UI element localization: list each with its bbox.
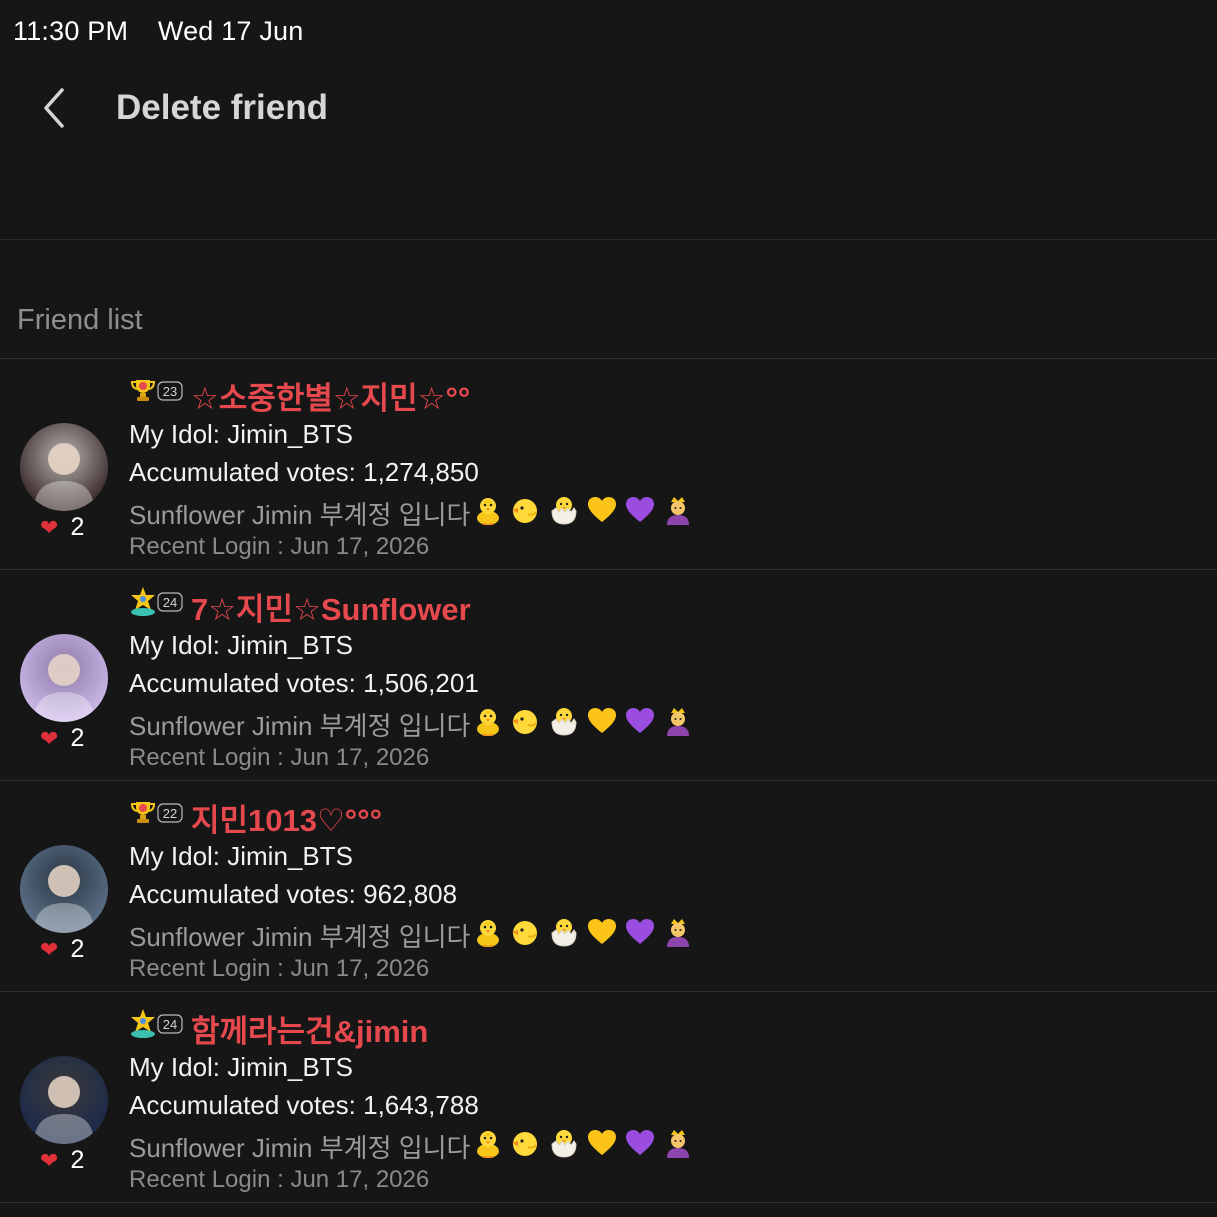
hatching-chick-icon [548,494,586,533]
level-badge-icon: 24 [130,1007,184,1041]
avatar[interactable] [20,1056,108,1144]
bio-text: Sunflower Jimin 부계정 입니다 [129,1133,471,1163]
avatar[interactable] [20,423,108,511]
front-facing-chick-icon [472,916,510,955]
hatching-chick-icon [548,916,586,955]
level-badge-icon: 22 [130,796,184,830]
friend-idol: My Idol: Jimin_BTS [129,1052,353,1082]
likes-value: 2 [70,935,85,963]
friend-nickname[interactable]: 함께라는건&jimin [191,1006,428,1051]
recent-login: Recent Login : Jun 17, 2026 [129,744,430,771]
bio-text: Sunflower Jimin 부계정 입니다 [129,922,471,952]
friend-bio: Sunflower Jimin 부계정 입니다 [129,1127,700,1166]
bio-emojis [472,1127,700,1166]
bio-emojis [472,916,700,955]
level-badge-icon: 24 [130,585,184,619]
front-facing-chick-icon [472,705,510,744]
bio-text: Sunflower Jimin 부계정 입니다 [129,500,471,530]
friend-bio: Sunflower Jimin 부계정 입니다 [129,705,700,744]
likes-value: 2 [70,724,85,752]
person-with-crown-icon [662,705,700,744]
friend-votes: Accumulated votes: 1,506,201 [129,668,479,698]
status-date: Wed 17 Jun [157,16,304,46]
baby-chick-icon [510,916,548,955]
recent-login: Recent Login : Jun 17, 2026 [129,955,430,982]
friend-votes: Accumulated votes: 1,274,850 [129,457,479,487]
purple-heart-icon [624,916,662,955]
heart-icon: ❤ [40,1147,59,1173]
yellow-heart-icon [586,916,624,955]
friend-idol: My Idol: Jimin_BTS [129,841,353,871]
level-number: 24 [163,1017,177,1032]
likes-count: ❤ 2 [40,935,84,964]
front-facing-chick-icon [472,1127,510,1166]
purple-heart-icon [624,705,662,744]
friend-list: ❤ 2 23 ☆소중한별☆지민☆°° My Idol: Jimin_BTS Accumul… [0,359,1217,1203]
likes-count: ❤ 2 [40,1146,84,1175]
avatar[interactable] [20,845,108,933]
purple-heart-icon [624,1127,662,1166]
baby-chick-icon [510,705,548,744]
likes-count: ❤ 2 [40,513,84,542]
front-facing-chick-icon [472,494,510,533]
level-badge-icon: 23 [130,374,184,408]
recent-login: Recent Login : Jun 17, 2026 [129,533,430,560]
status-time: 11:30 PM [13,16,129,46]
friend-idol: My Idol: Jimin_BTS [129,630,353,660]
level-number: 23 [163,384,177,399]
friend-row[interactable]: ❤ 2 24 7☆지민☆Sunflower My Idol: Jimin_BTS Accu… [0,570,1217,781]
friend-nickname[interactable]: 지민1013♡°°° [191,795,382,840]
level-number: 22 [163,806,177,821]
yellow-heart-icon [586,494,624,533]
friend-bio: Sunflower Jimin 부계정 입니다 [129,916,700,955]
back-button[interactable] [36,84,76,132]
header-divider [0,239,1217,240]
section-title: Friend list [17,304,143,336]
yellow-heart-icon [586,1127,624,1166]
yellow-heart-icon [586,705,624,744]
navigation-bar: Delete friend [0,70,1217,150]
heart-icon: ❤ [40,725,59,751]
person-with-crown-icon [662,494,700,533]
friend-idol: My Idol: Jimin_BTS [129,419,353,449]
recent-login: Recent Login : Jun 17, 2026 [129,1166,430,1193]
person-with-crown-icon [662,916,700,955]
page-title: Delete friend [116,88,328,127]
baby-chick-icon [510,1127,548,1166]
friend-row[interactable]: ❤ 2 22 지민1013♡°°° My Idol: Jimin_BTS Accumula… [0,781,1217,992]
likes-value: 2 [70,513,85,541]
baby-chick-icon [510,494,548,533]
person-with-crown-icon [662,1127,700,1166]
bio-emojis [472,705,700,744]
status-bar: 11:30 PM Wed 17 Jun [13,16,303,47]
heart-icon: ❤ [40,936,59,962]
likes-count: ❤ 2 [40,724,84,753]
friend-nickname[interactable]: ☆소중한별☆지민☆°° [191,373,470,418]
level-number: 24 [163,595,177,610]
chevron-left-icon [44,88,64,128]
friend-row[interactable]: ❤ 2 23 ☆소중한별☆지민☆°° My Idol: Jimin_BTS Accumul… [0,359,1217,570]
bio-text: Sunflower Jimin 부계정 입니다 [129,711,471,741]
friend-votes: Accumulated votes: 962,808 [129,879,458,909]
likes-value: 2 [70,1146,85,1174]
purple-heart-icon [624,494,662,533]
hatching-chick-icon [548,705,586,744]
friend-votes: Accumulated votes: 1,643,788 [129,1090,479,1120]
heart-icon: ❤ [40,514,59,540]
friend-nickname[interactable]: 7☆지민☆Sunflower [191,584,471,629]
avatar[interactable] [20,634,108,722]
bio-emojis [472,494,700,533]
friend-row[interactable]: ❤ 2 24 함께라는건&jimin My Idol: Jimin_BTS Accumul… [0,992,1217,1203]
friend-bio: Sunflower Jimin 부계정 입니다 [129,494,700,533]
hatching-chick-icon [548,1127,586,1166]
